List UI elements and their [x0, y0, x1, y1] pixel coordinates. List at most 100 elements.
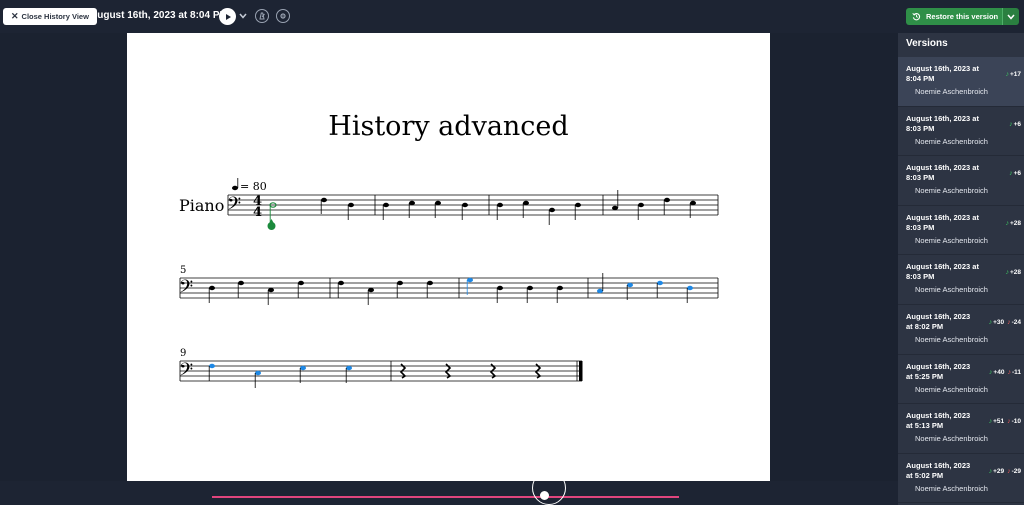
added-notes-count: ♪ +17: [1005, 71, 1021, 78]
measure-number-9: 9: [180, 348, 186, 359]
restore-label: Restore this version: [926, 12, 999, 21]
version-author: Noemie Aschenbroich: [915, 434, 988, 444]
version-author: Noemie Aschenbroich: [915, 334, 988, 344]
measure-number-5: 5: [180, 265, 186, 276]
version-item[interactable]: August 16th, 2023 at 8:03 PM Noemie Asche…: [898, 156, 1024, 206]
version-item[interactable]: August 16th, 2023 at 8:03 PM Noemie Asche…: [898, 206, 1024, 256]
added-notes-count: ♪ +28: [1005, 269, 1021, 276]
added-count: +51: [993, 418, 1005, 426]
bass-clef-3: 𝄢: [179, 360, 193, 385]
metronome-icon: [259, 12, 265, 20]
play-button[interactable]: [219, 8, 236, 25]
tempo-note-icon: [232, 185, 238, 191]
note-added-icon: ♪: [1009, 170, 1013, 178]
version-item[interactable]: August 16th, 2023 at 5:13 PM Noemie Asche…: [898, 404, 1024, 454]
version-date: August 16th, 2023 at 8:03 PM: [906, 113, 979, 133]
note-added-icon: ♪: [988, 318, 993, 326]
added-notes-count: ♪ +6: [1009, 170, 1021, 177]
added-notes-count: ♪ +40: [989, 369, 1005, 376]
playback-settings-button[interactable]: [276, 9, 290, 23]
added-count: +40: [993, 368, 1005, 376]
bass-clef-1: 𝄢: [227, 194, 241, 219]
version-date: August 16th, 2023 at 5:25 PM: [906, 361, 971, 381]
note-added-icon: ♪: [988, 467, 993, 475]
removed-notes-count: ♪ -24: [1007, 319, 1021, 326]
version-stats: ♪ +6: [1009, 170, 1021, 177]
added-count: +29: [993, 467, 1005, 475]
playback-options-dropdown[interactable]: [237, 9, 249, 23]
close-icon: ✕: [11, 11, 19, 21]
version-title: August 16th, 2023 at 8:04 PM: [90, 10, 228, 21]
version-item[interactable]: August 16th, 2023 at 8:03 PM Noemie Asche…: [898, 255, 1024, 305]
top-bar: ✕ Close History View August 16th, 2023 a…: [0, 0, 1024, 33]
note-removed-icon: ♪: [1007, 318, 1011, 326]
version-author: Noemie Aschenbroich: [915, 384, 988, 394]
staff-system-1: [227, 194, 719, 216]
score-viewport: History advanced 𝄢 𝄢 𝄢 4 4 Piano = 80 5 …: [0, 33, 898, 481]
added-count: +17: [1009, 71, 1021, 78]
tempo-marking: = 80: [240, 180, 267, 193]
close-history-button[interactable]: ✕ Close History View: [3, 8, 97, 25]
added-count: +6: [1013, 170, 1021, 178]
version-stats: ♪ +51 ♪ -10: [989, 418, 1021, 425]
version-stats: ♪ +28: [1005, 269, 1021, 276]
score-page: History advanced 𝄢 𝄢 𝄢 4 4 Piano = 80 5 …: [127, 33, 770, 481]
version-author: Noemie Aschenbroich: [915, 235, 988, 245]
added-count: +28: [1009, 219, 1021, 227]
note-removed-icon: ♪: [1007, 368, 1011, 376]
version-date: August 16th, 2023 at 8:03 PM: [906, 163, 979, 183]
added-count: +28: [1009, 269, 1021, 277]
removed-count: -11: [1011, 368, 1021, 376]
version-item[interactable]: August 16th, 2023 at 8:03 PM Noemie Asche…: [898, 107, 1024, 157]
close-history-label: Close History View: [21, 12, 89, 21]
timeline-scrubber-handle[interactable]: [540, 491, 549, 500]
version-item[interactable]: August 16th, 2023 at 8:02 PM Noemie Asche…: [898, 305, 1024, 355]
version-author: Noemie Aschenbroich: [915, 87, 988, 96]
version-item[interactable]: August 16th, 2023 at 8:04 PM Noemie Asche…: [898, 57, 1024, 107]
restore-options-dropdown[interactable]: [1002, 8, 1019, 25]
version-stats: ♪ +28: [1005, 220, 1021, 227]
added-notes-count: ♪ +51: [989, 418, 1005, 425]
version-stats: ♪ +29 ♪ -29: [989, 468, 1021, 475]
version-author: Noemie Aschenbroich: [915, 285, 988, 295]
chevron-down-icon: [1007, 14, 1015, 20]
added-notes-count: ♪ +28: [1005, 220, 1021, 227]
metronome-button[interactable]: [255, 9, 269, 23]
staff-system-2: [179, 277, 719, 299]
version-stats: ♪ +30 ♪ -24: [989, 319, 1021, 326]
bass-clef-2: 𝄢: [179, 277, 193, 302]
final-barline: [579, 361, 583, 381]
versions-sidebar: Versions August 16th, 2023 at 8:04 PM Noe…: [898, 33, 1024, 505]
version-item[interactable]: August 16th, 2023 at 5:02 PM Noemie Asche…: [898, 454, 1024, 504]
note-added-icon: ♪: [1005, 219, 1009, 227]
version-stats: ♪ +40 ♪ -11: [989, 369, 1021, 376]
note-added-icon: ♪: [988, 418, 993, 426]
added-count: +30: [993, 318, 1005, 326]
version-timeline-track[interactable]: [212, 496, 679, 498]
play-icon: [225, 13, 231, 20]
removed-notes-count: ♪ -10: [1007, 418, 1021, 425]
version-list: August 16th, 2023 at 8:04 PM Noemie Asche…: [898, 57, 1024, 504]
time-signature-bottom: 4: [253, 205, 262, 220]
removed-notes-count: ♪ -11: [1007, 369, 1021, 376]
chevron-down-icon: [239, 13, 247, 19]
restore-version-button[interactable]: Restore this version: [906, 8, 1002, 25]
removed-count: -29: [1011, 467, 1021, 475]
instrument-label: Piano: [179, 196, 224, 215]
note-removed-icon: ♪: [1007, 467, 1011, 475]
version-date: August 16th, 2023 at 8:04 PM: [906, 64, 979, 83]
restore-icon: [912, 13, 921, 21]
version-stats: ♪ +17: [1005, 71, 1021, 78]
version-date: August 16th, 2023 at 5:13 PM: [906, 411, 971, 431]
score-notation: 𝄢 𝄢 𝄢 4 4 Piano = 80 5 9: [179, 178, 719, 388]
note-added-icon: ♪: [988, 368, 993, 376]
note-removed-icon: ♪: [1007, 418, 1011, 426]
removed-count: -10: [1011, 418, 1021, 426]
version-date: August 16th, 2023 at 5:02 PM: [906, 460, 971, 480]
version-item[interactable]: August 16th, 2023 at 5:25 PM Noemie Asche…: [898, 355, 1024, 405]
timeline-bar: [0, 471, 898, 505]
added-notes-count: ♪ +30: [989, 319, 1005, 326]
note-added-icon: ♪: [1005, 71, 1009, 78]
removed-notes-count: ♪ -29: [1007, 468, 1021, 475]
added-count: +6: [1013, 120, 1021, 128]
